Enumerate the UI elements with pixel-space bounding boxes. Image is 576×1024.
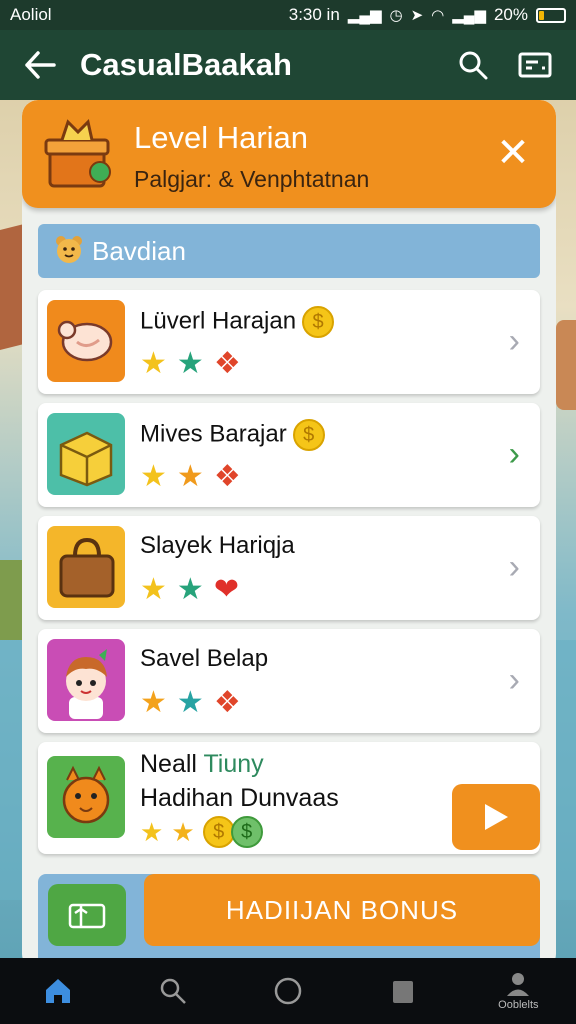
bonus-subtitle: Hadihan Dunvaas: [140, 784, 339, 812]
nav-circle[interactable]: [248, 976, 328, 1006]
chevron-right-icon[interactable]: ›: [509, 322, 520, 361]
panel-header: Level Harian Palgjar: & Venphtatnan ✕: [22, 100, 556, 208]
rating: ★ ★ ❖: [140, 685, 241, 720]
battery-percent: 20%: [493, 5, 528, 24]
home-icon: [45, 979, 70, 1003]
rating: ★ ★ ❖: [140, 459, 241, 494]
nav-home[interactable]: [18, 976, 98, 1006]
gift-box-icon: [42, 118, 116, 192]
item-name: Mives Barajar $: [140, 419, 325, 451]
nav-profile[interactable]: Ooblelts: [478, 971, 558, 1011]
bottom-navigation: Ooblelts: [0, 958, 576, 1024]
bonus-button[interactable]: HADIIJAN BONUS: [144, 874, 540, 946]
star-icon: ★: [140, 816, 164, 847]
card-menu-icon[interactable]: [504, 52, 566, 78]
close-icon[interactable]: ✕: [490, 130, 536, 176]
coin-icon: $: [230, 816, 263, 848]
battery-icon: [536, 7, 566, 23]
level-panel: Level Harian Palgjar: & Venphtatnan ✕ Ba…: [22, 100, 556, 970]
nav-square[interactable]: [363, 977, 443, 1005]
background-building: [556, 320, 576, 410]
item-name: Slayek Hariqja: [140, 532, 295, 559]
bonus-title: Neall Tiuny: [140, 750, 264, 778]
carrier-label: Aoliol: [10, 5, 52, 24]
app-title: CasualBaakah: [80, 47, 292, 82]
coin-icon: $: [302, 306, 335, 338]
search-icon[interactable]: [442, 50, 504, 80]
star-icon: ★: [171, 816, 195, 847]
clock: 3:30 in: [288, 5, 340, 24]
alarm-icon: ◷: [389, 7, 403, 24]
bear-face-icon: [54, 234, 84, 269]
star-icon: ★: [176, 686, 204, 719]
signal-icon: ▂▄▆: [452, 7, 486, 24]
circle-icon: [274, 977, 302, 1005]
play-icon: [485, 804, 508, 830]
coin-icon: $: [292, 419, 325, 451]
nav-profile-label: Ooblelts: [498, 999, 539, 1011]
gift-ticket-button[interactable]: [48, 884, 126, 946]
star-icon: ★: [140, 686, 167, 719]
chevron-right-icon[interactable]: ›: [509, 661, 520, 700]
back-arrow-icon[interactable]: [0, 51, 80, 79]
play-button[interactable]: [452, 784, 540, 850]
list-item[interactable]: Mives Barajar $ ★ ★ ❖ ›: [38, 403, 540, 507]
gift-ticket-icon: [68, 903, 106, 929]
star-icon: ★: [140, 460, 167, 493]
rating: ★ ★ $ $: [140, 816, 263, 848]
location-icon: ➤: [410, 7, 424, 24]
search-icon: [160, 978, 186, 1004]
coin-icon: $: [202, 816, 235, 848]
star-icon: ★: [140, 573, 167, 606]
rating: ★ ★ ❤: [140, 572, 239, 607]
star-icon: ★: [176, 460, 204, 493]
battery-fill: [539, 10, 545, 20]
app-bar: CasualBaakah: [0, 30, 576, 100]
signal-icon: ▂▄▆: [347, 7, 382, 24]
list-item[interactable]: Slayek Hariqja ★ ★ ❤ ›: [38, 516, 540, 620]
bonus-area: HADIIJAN BONUS: [38, 874, 540, 970]
item-name: Lüverl Harajan $: [140, 306, 335, 338]
character-icon: [47, 639, 125, 721]
list-item[interactable]: Savel Belap ★ ★ ❖ ›: [38, 629, 540, 733]
section-header: Bavdian: [38, 224, 540, 278]
wifi-icon: ◠: [431, 7, 445, 24]
gem-icon: ❖: [213, 686, 241, 719]
chevron-right-icon[interactable]: ›: [509, 548, 520, 587]
header-title: Level Harian: [134, 120, 309, 155]
star-icon: ★: [140, 347, 167, 380]
bonus-list-item[interactable]: Neall Tiuny Hadihan Dunvaas ★ ★ $ $: [38, 742, 540, 854]
candy-icon: [47, 300, 125, 382]
rating: ★ ★ ❖: [140, 346, 241, 381]
gem-icon: ❖: [213, 347, 241, 380]
golden-crate-icon: [47, 413, 125, 495]
bag-icon: [47, 526, 125, 608]
item-name: Savel Belap: [140, 645, 269, 672]
list-item[interactable]: Lüverl Harajan $ ★ ★ ❖ ›: [38, 290, 540, 394]
chevron-right-icon[interactable]: ›: [509, 435, 520, 474]
orange-cat-icon: [47, 756, 125, 838]
nav-search[interactable]: [133, 977, 213, 1005]
section-label: Bavdian: [92, 235, 186, 266]
square-icon: [393, 981, 414, 1003]
star-icon: ★: [176, 573, 204, 606]
gem-icon: ❖: [213, 460, 241, 493]
status-bar: Aoliol 3:30 in ▂▄▆ ◷ ➤ ◠ ▂▄▆ 20%: [0, 0, 576, 30]
header-subtitle: Palgjar: & Venphtatnan: [134, 166, 370, 192]
profile-icon: [507, 973, 530, 996]
heart-icon: ❤: [213, 573, 239, 606]
star-icon: ★: [176, 347, 204, 380]
